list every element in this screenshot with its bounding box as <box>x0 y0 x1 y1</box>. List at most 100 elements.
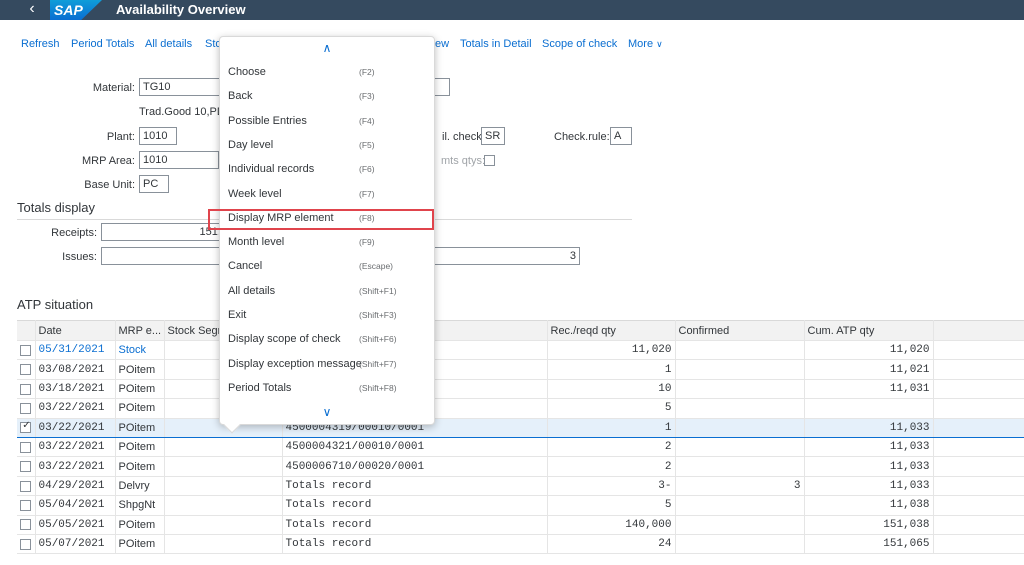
checkbox[interactable] <box>20 519 32 531</box>
row-date: 04/29/2021 <box>35 476 116 497</box>
check-rule-field[interactable]: A <box>610 127 632 145</box>
avail-check-field[interactable]: SR <box>481 127 505 145</box>
row-cum-atp-qty: 151,038 <box>804 515 934 535</box>
row-select-checkbox[interactable] <box>17 340 36 361</box>
row-mrp-element: Stock <box>115 340 165 361</box>
column-header-mrp-element[interactable]: MRP e... <box>115 320 165 341</box>
chevron-down-icon[interactable]: ∨ <box>220 405 434 419</box>
row-cum-atp-qty: 11,033 <box>804 437 934 458</box>
table-row[interactable]: 05/07/2021 POitem Totals record 24 151,065 <box>17 534 1024 555</box>
table-row[interactable]: 03/18/2021 POitem 10 11,031 <box>17 379 1024 400</box>
menu-item-shortcut: (F4) <box>359 115 375 126</box>
row-mrp-element-data: 4500006710/00020/0001 <box>282 456 548 477</box>
highlight-box <box>208 209 434 230</box>
menu-item-label: Week level <box>228 187 282 200</box>
table-row[interactable]: ✓ 03/22/2021 POitem 4500004319/00010/0001 1 1… <box>17 418 1024 438</box>
menu-item-month-level[interactable]: Month level (F9) <box>220 231 434 255</box>
menu-item-period-totals[interactable]: Period Totals (Shift+F8) <box>220 377 434 401</box>
plant-label: Plant: <box>106 131 135 143</box>
checkbox[interactable] <box>20 480 32 492</box>
menu-item-choose[interactable]: Choose (F2) <box>220 61 434 85</box>
menu-item-display-exception-message[interactable]: Display exception message (Shift+F7) <box>220 353 434 377</box>
menu-item-week-level[interactable]: Week level (F7) <box>220 183 434 207</box>
row-select-checkbox[interactable] <box>17 534 36 555</box>
row-rec-reqd-qty: 1 <box>547 418 676 438</box>
more-button[interactable]: More ∨ <box>628 34 663 54</box>
row-select-checkbox[interactable] <box>17 359 36 380</box>
checkbox[interactable] <box>20 383 32 395</box>
menu-item-label: All details <box>228 284 276 297</box>
menu-item-cancel[interactable]: Cancel (Escape) <box>220 255 434 279</box>
row-select-checkbox[interactable] <box>17 456 36 477</box>
row-confirmed <box>675 437 805 458</box>
view-button[interactable]: ew <box>435 34 449 54</box>
table-row[interactable]: 04/29/2021 Delvry Totals record 3- 3 11,033 <box>17 476 1024 497</box>
plant-field[interactable]: 1010 <box>139 127 177 145</box>
table-row[interactable]: 03/22/2021 POitem 4500006710/00020/0001 2 11… <box>17 456 1024 477</box>
period-totals-button[interactable]: Period Totals <box>71 34 134 54</box>
row-mrp-element: POitem <box>115 359 165 380</box>
table-row[interactable]: 03/22/2021 POitem 4500004321/00010/0001 2 11… <box>17 437 1024 458</box>
checkbox[interactable] <box>20 461 32 473</box>
row-date: 05/07/2021 <box>35 534 116 555</box>
checkbox[interactable] <box>20 344 32 356</box>
select-column-header <box>17 320 36 341</box>
row-filler <box>933 456 1024 477</box>
checkbox[interactable] <box>20 364 32 376</box>
base-unit-field[interactable]: PC <box>139 175 169 193</box>
column-header-rec-reqd-qty[interactable]: Rec./reqd qty <box>547 320 676 341</box>
row-cum-atp-qty: 11,033 <box>804 456 934 477</box>
column-header-date[interactable]: Date <box>35 320 116 341</box>
table-row[interactable]: 03/22/2021 POitem 5 <box>17 398 1024 419</box>
menu-item-all-details[interactable]: All details (Shift+F1) <box>220 280 434 304</box>
table-row[interactable]: 05/05/2021 POitem Totals record 140,000 151,… <box>17 515 1024 535</box>
row-select-checkbox[interactable] <box>17 476 36 497</box>
row-filler <box>933 476 1024 497</box>
menu-item-back[interactable]: Back (F3) <box>220 85 434 109</box>
row-cum-atp-qty: 11,033 <box>804 476 934 497</box>
refresh-button[interactable]: Refresh <box>21 34 60 54</box>
menu-item-shortcut: (Shift+F7) <box>359 358 397 369</box>
table-row[interactable]: 05/31/2021 Stock 11,020 11,020 <box>17 340 1024 361</box>
menu-item-individual-records[interactable]: Individual records (F6) <box>220 158 434 182</box>
row-filler <box>933 437 1024 458</box>
checkbox[interactable] <box>20 499 32 511</box>
chevron-left-icon[interactable]: ‹ <box>24 0 40 20</box>
menu-item-display-scope-of-check[interactable]: Display scope of check (Shift+F6) <box>220 328 434 352</box>
table-row[interactable]: 03/08/2021 POitem 1 11,021 <box>17 359 1024 380</box>
row-select-checkbox[interactable] <box>17 495 36 516</box>
menu-item-day-level[interactable]: Day level (F5) <box>220 134 434 158</box>
row-select-checkbox[interactable]: ✓ <box>17 418 36 438</box>
row-select-checkbox[interactable] <box>17 515 36 535</box>
row-cum-atp-qty: 11,038 <box>804 495 934 516</box>
chevron-up-icon[interactable]: ∧ <box>220 41 434 55</box>
checkbox[interactable] <box>20 402 32 414</box>
mrp-area-field[interactable]: 1010 <box>139 151 219 169</box>
menu-item-possible-entries[interactable]: Possible Entries (F4) <box>220 110 434 134</box>
menu-item-label: Day level <box>228 138 274 151</box>
row-stock-segment <box>164 534 283 555</box>
chevron-down-icon: ∨ <box>656 39 663 49</box>
row-select-checkbox[interactable] <box>17 398 36 419</box>
row-date: 05/31/2021 <box>35 340 116 361</box>
row-select-checkbox[interactable] <box>17 437 36 458</box>
row-filler <box>933 418 1024 438</box>
row-rec-reqd-qty: 24 <box>547 534 676 555</box>
amts-qtys-checkbox[interactable] <box>484 155 495 166</box>
row-mrp-element: POitem <box>115 379 165 400</box>
menu-item-exit[interactable]: Exit (Shift+F3) <box>220 304 434 328</box>
menu-item-shortcut: (F5) <box>359 139 375 150</box>
all-details-button[interactable]: All details <box>145 34 192 54</box>
material-field[interactable]: TG10 <box>139 78 229 96</box>
row-confirmed <box>675 515 805 535</box>
scope-of-check-button[interactable]: Scope of check <box>542 34 617 54</box>
checkbox[interactable] <box>20 441 32 453</box>
row-stock-segment <box>164 437 283 458</box>
column-header-confirmed[interactable]: Confirmed <box>675 320 805 341</box>
table-row[interactable]: 05/04/2021 ShpgNt Totals record 5 11,038 <box>17 495 1024 516</box>
checkbox[interactable] <box>20 538 32 550</box>
row-select-checkbox[interactable] <box>17 379 36 400</box>
column-header-cum-atp-qty[interactable]: Cum. ATP qty <box>804 320 934 341</box>
totals-in-detail-button[interactable]: Totals in Detail <box>460 34 532 54</box>
checkbox[interactable]: ✓ <box>20 420 32 434</box>
